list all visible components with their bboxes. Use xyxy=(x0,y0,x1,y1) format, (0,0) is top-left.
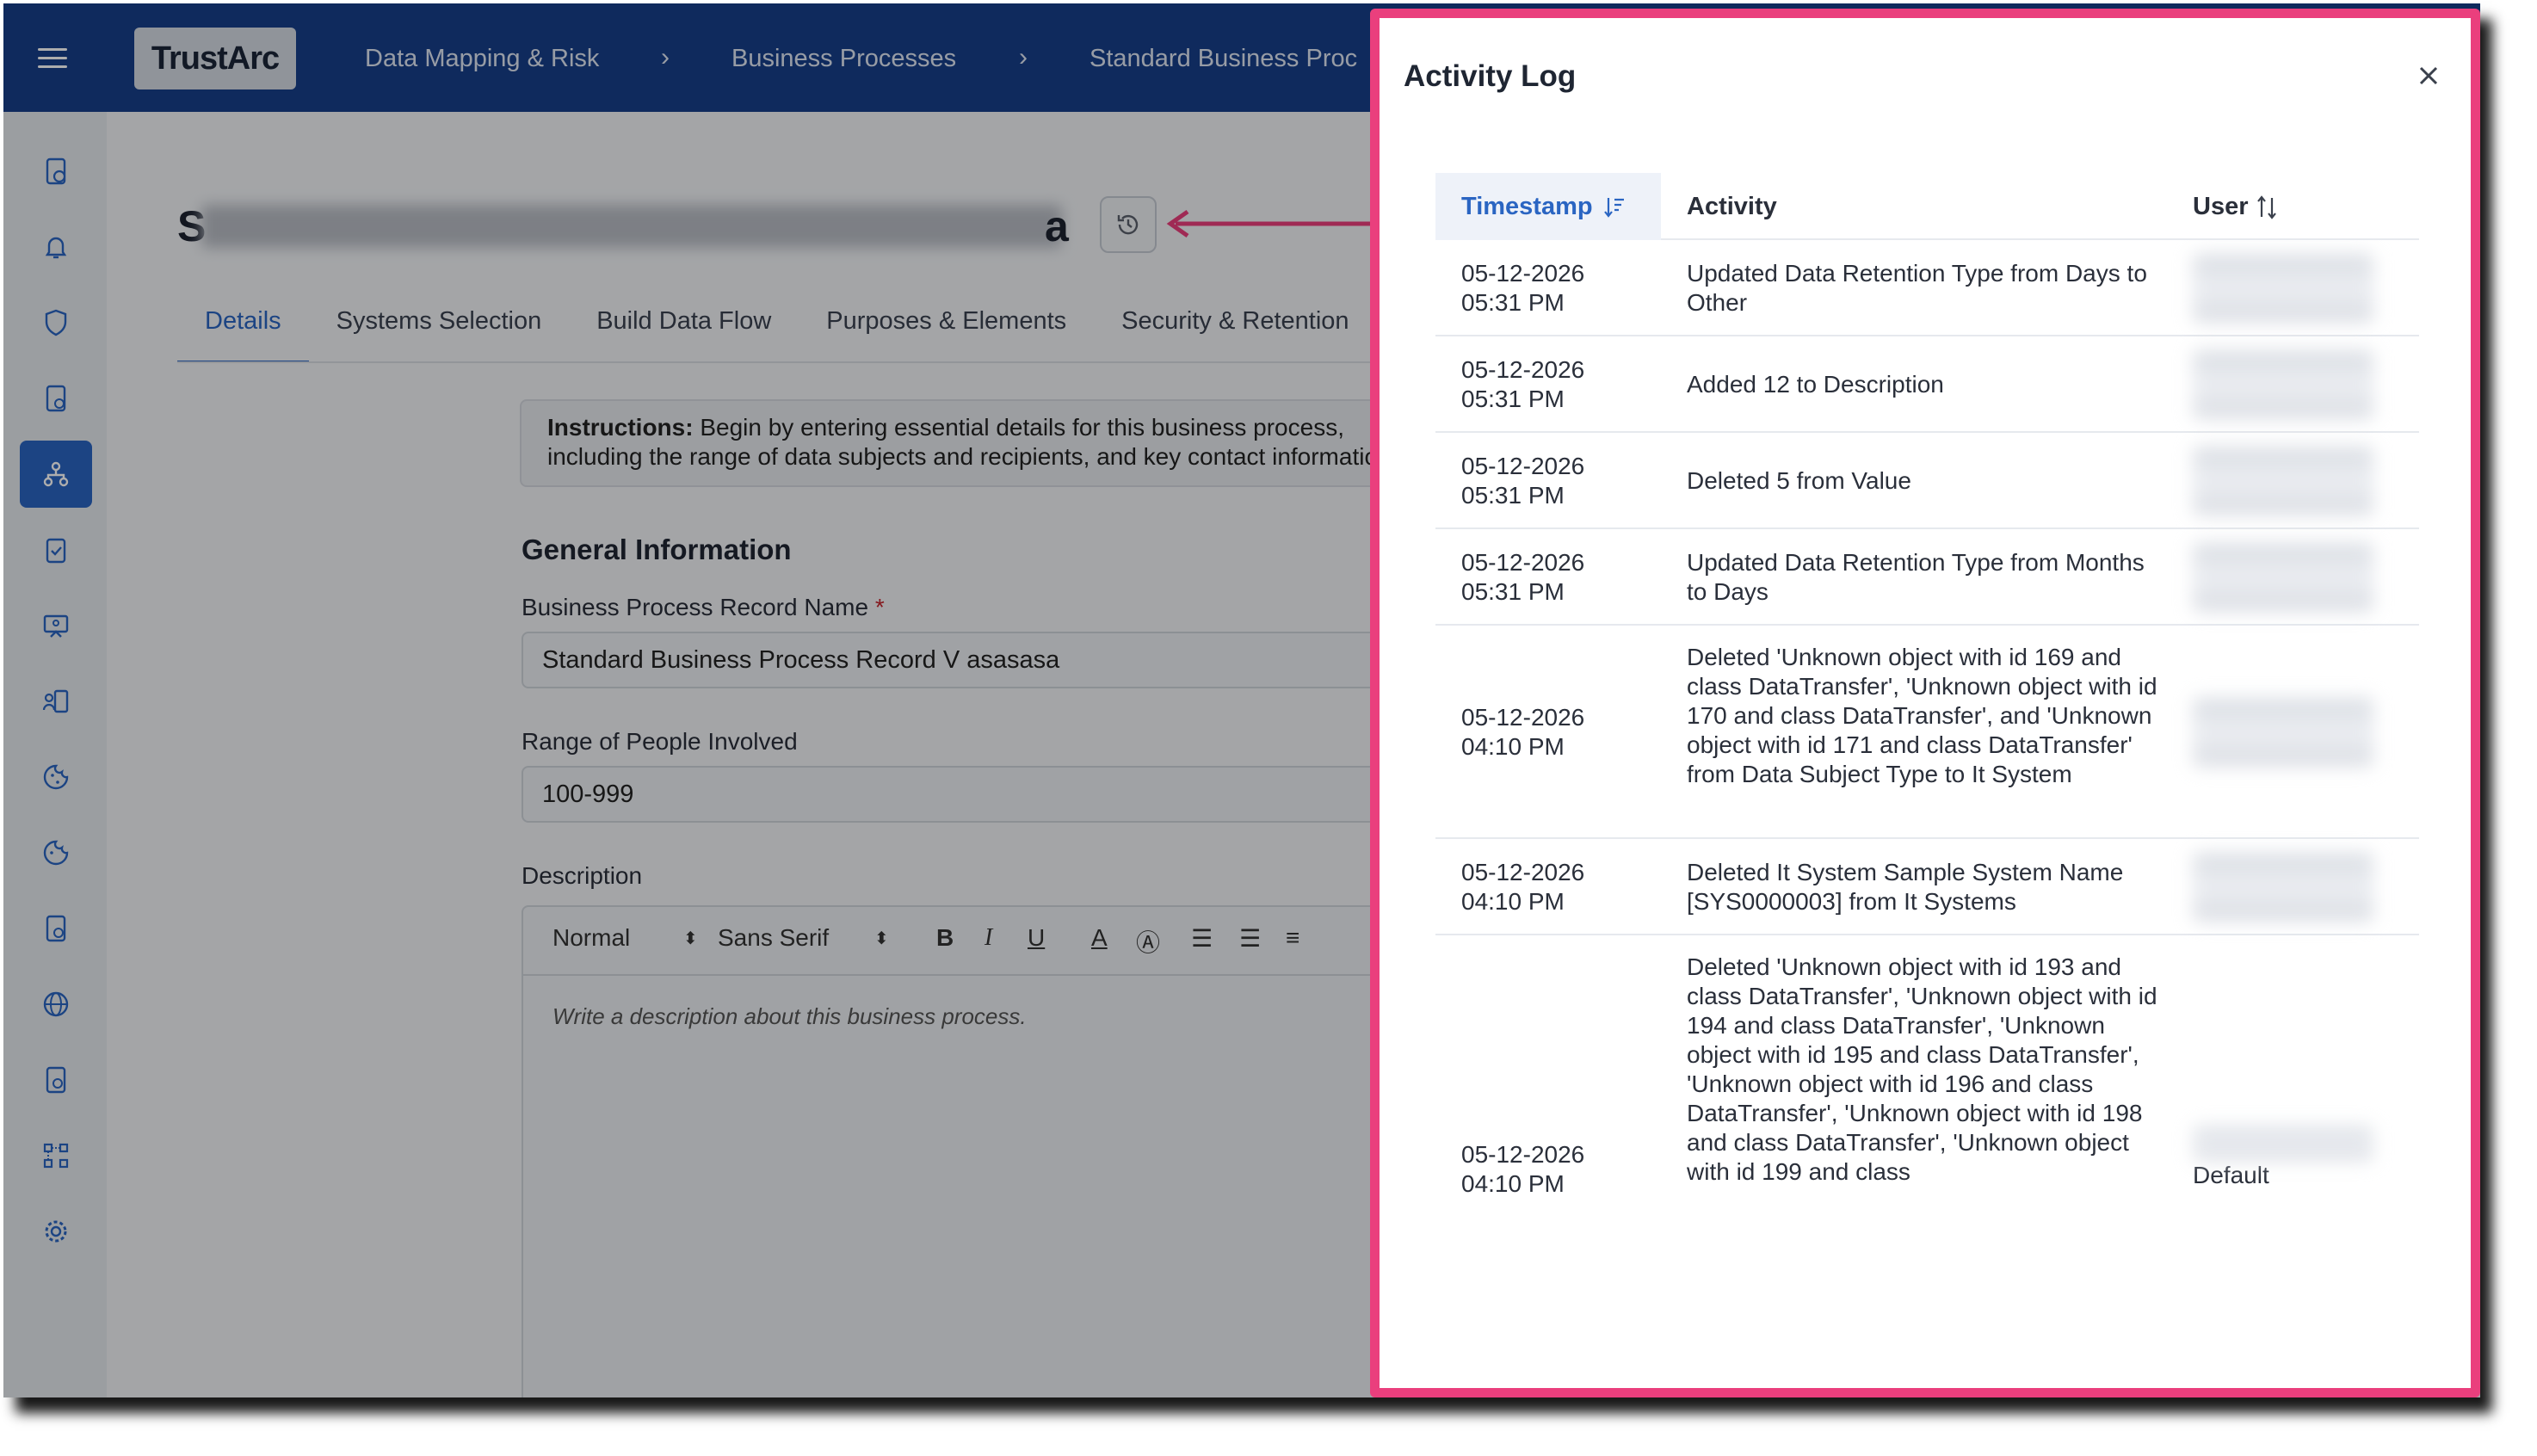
redacted-user xyxy=(2193,254,2373,323)
table-row: 05-12-2026 04:10 PM Deleted 'Unknown obje… xyxy=(1435,626,2419,839)
activity-cell: Updated Data Retention Type from Months … xyxy=(1687,549,2145,605)
activity-cell: Deleted 'Unknown object with id 169 and … xyxy=(1687,644,2157,787)
table-row: 05-12-2026 05:31 PM Updated Data Retentio… xyxy=(1435,529,2419,626)
close-icon[interactable] xyxy=(2414,61,2443,90)
activity-log-title: Activity Log xyxy=(1404,59,1577,93)
table-row: 05-12-2026 05:31 PM Added 12 to Descripti… xyxy=(1435,336,2419,433)
timestamp-cell: 05-12-2026 05:31 PM xyxy=(1461,453,1585,509)
app-window: TrustArc Data Mapping & Risk › Business … xyxy=(3,3,2480,1397)
user-cell: Default xyxy=(2193,1126,2382,1190)
user-cell xyxy=(2193,698,2382,767)
user-cell xyxy=(2193,254,2382,323)
user-cell xyxy=(2193,447,2382,515)
table-row: 05-12-2026 04:10 PM Deleted It System Sam… xyxy=(1435,839,2419,935)
redacted-user xyxy=(2193,853,2373,922)
timestamp-cell: 05-12-2026 05:31 PM xyxy=(1461,260,1585,316)
sort-both-icon xyxy=(2256,195,2276,220)
activity-cell: Deleted 'Unknown object with id 193 and … xyxy=(1687,953,2157,1185)
timestamp-cell: 05-12-2026 04:10 PM xyxy=(1461,1141,1585,1197)
column-header-timestamp[interactable]: Timestamp xyxy=(1435,173,1661,240)
activity-cell: Deleted 5 from Value xyxy=(1687,467,1911,494)
activity-cell: Updated Data Retention Type from Days to… xyxy=(1687,260,2147,316)
table-row: 05-12-2026 05:31 PM Deleted 5 from Value xyxy=(1435,433,2419,529)
timestamp-cell: 05-12-2026 05:31 PM xyxy=(1461,356,1585,412)
column-header-user[interactable]: User xyxy=(2193,173,2278,240)
activity-cell: Deleted It System Sample System Name [SY… xyxy=(1687,859,2124,915)
timestamp-cell: 05-12-2026 04:10 PM xyxy=(1461,859,1585,915)
timestamp-cell: 05-12-2026 04:10 PM xyxy=(1461,704,1585,760)
table-row: 05-12-2026 05:31 PM Updated Data Retentio… xyxy=(1435,240,2419,336)
user-name: Default xyxy=(2193,1162,2269,1188)
redacted-user xyxy=(2193,543,2373,612)
sort-descending-icon xyxy=(1603,198,1624,219)
redacted-user xyxy=(2193,350,2373,419)
column-header-activity: Activity xyxy=(1687,193,1777,220)
activity-log-panel: Activity Log Timestamp Activity User 05-… xyxy=(1370,9,2480,1397)
redacted-user xyxy=(2193,1126,2373,1161)
user-cell xyxy=(2193,543,2382,612)
table-body: 05-12-2026 05:31 PM Updated Data Retentio… xyxy=(1435,240,2419,1211)
activity-cell: Added 12 to Description xyxy=(1687,371,1944,398)
redacted-user xyxy=(2193,698,2373,767)
timestamp-cell: 05-12-2026 05:31 PM xyxy=(1461,549,1585,605)
table-row: 05-12-2026 04:10 PM Deleted 'Unknown obje… xyxy=(1435,935,2419,1211)
table-header: Timestamp Activity User xyxy=(1435,173,2419,240)
redacted-user xyxy=(2193,447,2373,515)
user-cell xyxy=(2193,853,2382,922)
activity-log-table: Timestamp Activity User 05-12-2026 05:31 … xyxy=(1435,173,2419,1197)
user-cell xyxy=(2193,350,2382,419)
